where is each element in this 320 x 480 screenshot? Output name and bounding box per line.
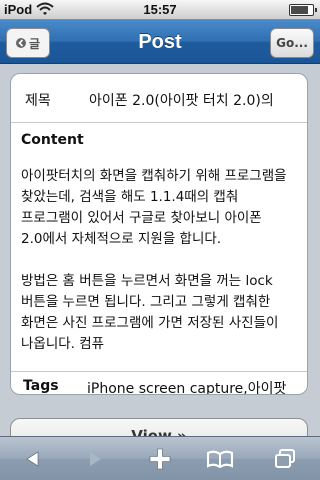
- content-paragraph: 방법은 홈 버튼을 누르면서 화면을 꺼는 lock 버튼을 누르면 됩니다. …: [21, 273, 279, 352]
- status-bar: iPod 15:57: [0, 0, 320, 20]
- post-card: 제목 아이폰 2.0(아이팟 터치 2.0)의 Content 아이팟터치의 화…: [10, 73, 308, 395]
- content-label: Content: [21, 132, 84, 148]
- book-icon[interactable]: [203, 443, 237, 475]
- tags-label: Tags: [23, 378, 59, 394]
- forward-arrow-icon[interactable]: [78, 443, 112, 475]
- browser-toolbar: [0, 436, 320, 480]
- content-body: 아이팟터치의 화면을 캡춰하기 위해 프로그램을 찾았는데, 검색을 해도 1.…: [21, 166, 299, 371]
- tags-value: iPhone screen capture,아이팟: [87, 381, 287, 395]
- go-button[interactable]: Go...: [270, 28, 314, 58]
- subject-value: 아이폰 2.0(아이팟 터치 2.0)의: [89, 93, 274, 109]
- content-paragraph: 아이팟터치의 화면을 캡춰하기 위해 프로그램을 찾았는데, 검색을 해도 1.…: [21, 168, 287, 247]
- status-time: 15:57: [143, 2, 177, 17]
- back-arrow-icon[interactable]: [16, 443, 50, 475]
- subject-row: 제목 아이폰 2.0(아이팟 터치 2.0)의: [11, 74, 307, 123]
- tags-row: Tags iPhone screen capture,아이팟: [11, 372, 307, 395]
- battery-icon: [289, 4, 317, 16]
- content-row[interactable]: Content 아이팟터치의 화면을 캡춰하기 위해 프로그램을 찾았는데, 검…: [11, 123, 307, 372]
- navigation-bar: 글 Post Go...: [0, 20, 320, 64]
- pages-icon[interactable]: [268, 443, 302, 475]
- plus-icon[interactable]: [143, 443, 177, 475]
- subject-label: 제목: [25, 93, 51, 109]
